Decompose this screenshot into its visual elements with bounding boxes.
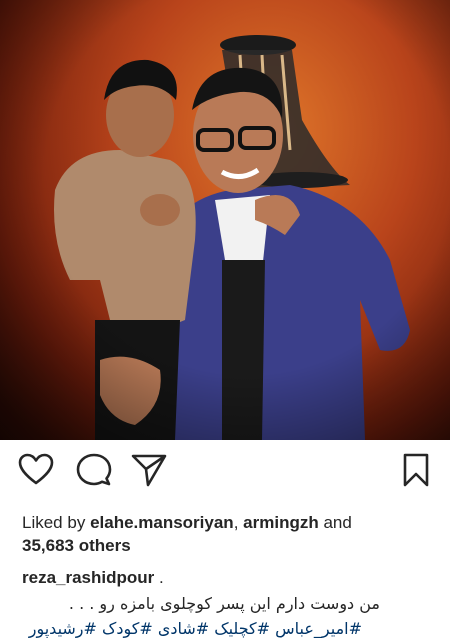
post-photo[interactable]: [0, 0, 450, 440]
likes-count[interactable]: 35,683 others: [22, 536, 131, 555]
action-bar: [0, 452, 450, 496]
likes-summary: Liked by elahe.mansoriyan, armingzh and …: [22, 511, 432, 557]
caption-username-suffix: .: [159, 568, 164, 587]
instagram-post: Liked by elahe.mansoriyan, armingzh and …: [0, 0, 450, 643]
photo-illustration: [0, 0, 450, 440]
liker-username-2[interactable]: armingzh: [243, 513, 319, 532]
liker-username-1[interactable]: elahe.mansoriyan: [90, 513, 234, 532]
likes-prefix: Liked by: [22, 513, 86, 532]
caption-hashtags[interactable]: #امیر_عباس #کچلیک #شادی #کودک #رشیدپور: [22, 618, 362, 640]
likes-conjunction: and: [323, 513, 352, 532]
likes-separator: ,: [233, 513, 239, 532]
heart-outline-icon[interactable]: [18, 452, 54, 488]
caption-username[interactable]: reza_rashidpour: [22, 568, 154, 587]
speech-bubble-icon[interactable]: [76, 452, 112, 488]
paper-plane-icon[interactable]: [131, 452, 167, 488]
bookmark-icon[interactable]: [398, 452, 434, 488]
caption-author-line: reza_rashidpour .: [22, 567, 164, 589]
caption-text: من دوست دارم این پسر کوچلوی بامزه رو . .…: [68, 594, 380, 613]
